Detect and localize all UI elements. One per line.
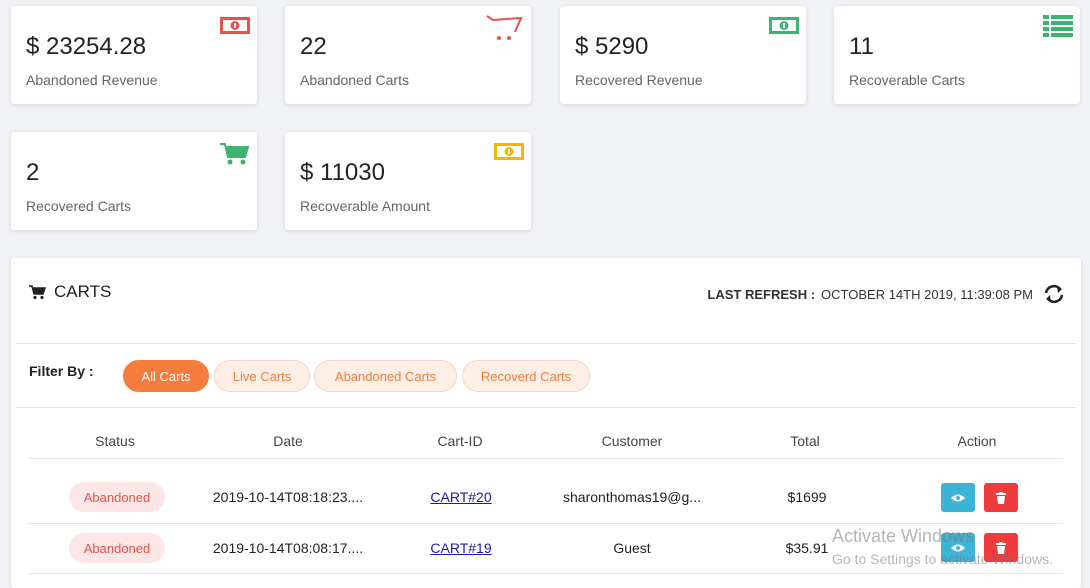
money-bill-icon xyxy=(220,17,250,34)
row-cart-id-link[interactable]: CART#19 xyxy=(411,540,511,556)
stat-value: 2 xyxy=(26,159,40,186)
last-refresh: LAST REFRESH : OCTOBER 14TH 2019, 11:39:… xyxy=(707,284,1065,304)
refresh-icon[interactable] xyxy=(1043,284,1065,304)
stat-card-recovered-revenue: $ 5290 Recovered Revenue xyxy=(560,6,806,104)
shopping-cart-icon xyxy=(29,284,46,299)
divider xyxy=(16,407,1076,408)
stat-label: Abandoned Carts xyxy=(300,72,409,88)
money-bill-icon xyxy=(769,17,799,34)
filter-live-carts[interactable]: Live Carts xyxy=(214,360,310,392)
row-customer: Guest xyxy=(613,540,651,556)
column-customer: Customer xyxy=(601,433,663,449)
activate-windows-watermark: Activate Windows xyxy=(832,526,975,546)
shopping-cart-icon xyxy=(220,143,250,165)
filter-abandoned-carts[interactable]: Abandoned Carts xyxy=(314,360,457,392)
eye-icon xyxy=(951,494,965,501)
delete-button[interactable] xyxy=(984,483,1018,512)
stat-card-recoverable-carts: 11 Recoverable Carts xyxy=(834,6,1080,104)
last-refresh-value: OCTOBER 14TH 2019, 11:39:08 PM xyxy=(821,286,1033,302)
trash-icon xyxy=(996,491,1006,504)
filter-all-carts[interactable]: All Carts xyxy=(123,360,209,392)
carts-title: CARTS xyxy=(29,282,111,302)
row-date: 2019-10-14T08:18:23.... xyxy=(212,489,364,505)
row-cart-id-link[interactable]: CART#20 xyxy=(411,489,511,505)
row-customer: sharonthomas19@g... xyxy=(563,489,701,505)
row-divider xyxy=(29,573,1063,574)
money-bill-icon xyxy=(494,143,524,160)
column-total: Total xyxy=(790,433,820,449)
stat-label: Abandoned Revenue xyxy=(26,72,158,88)
stat-label: Recovered Carts xyxy=(26,198,132,214)
carts-title-text: CARTS xyxy=(54,282,112,301)
row-total: $1699 xyxy=(787,489,827,505)
table-header-line xyxy=(29,458,1063,459)
row-date: 2019-10-14T08:08:17.... xyxy=(212,540,364,556)
column-date: Date xyxy=(273,433,303,449)
divider xyxy=(16,343,1076,344)
activate-windows-hint: Go to Settings to activate Windows. xyxy=(832,551,1053,567)
shopping-cart-icon xyxy=(486,15,523,40)
stat-card-abandoned-carts: 22 Abandoned Carts xyxy=(285,6,531,104)
list-icon xyxy=(1043,15,1073,37)
stat-card-abandoned-revenue: $ 23254.28 Abandoned Revenue xyxy=(11,6,257,104)
stat-value: 22 xyxy=(300,33,327,60)
filter-recovered-carts[interactable]: Recoverd Carts xyxy=(462,360,590,392)
stat-value: $ 23254.28 xyxy=(26,33,147,60)
last-refresh-label: LAST REFRESH : xyxy=(707,286,816,302)
stat-card-recovered-carts: 2 Recovered Carts xyxy=(11,132,257,230)
stat-label: Recoverable Carts xyxy=(849,72,965,88)
stat-card-recoverable-amount: $ 11030 Recoverable Amount xyxy=(285,132,531,230)
column-cart-id: Cart-ID xyxy=(437,433,483,449)
column-status: Status xyxy=(95,433,135,449)
stat-value: $ 5290 xyxy=(575,33,649,60)
stat-label: Recovered Revenue xyxy=(575,72,703,88)
stat-value: 11 xyxy=(849,33,874,60)
column-action: Action xyxy=(957,433,997,449)
filter-label: Filter By : xyxy=(29,363,94,379)
view-button[interactable] xyxy=(941,483,975,512)
status-badge: Abandoned xyxy=(69,482,165,512)
status-badge: Abandoned xyxy=(69,533,165,563)
stat-value: $ 11030 xyxy=(300,159,385,186)
row-divider xyxy=(29,523,1063,524)
stat-label: Recoverable Amount xyxy=(300,198,430,214)
